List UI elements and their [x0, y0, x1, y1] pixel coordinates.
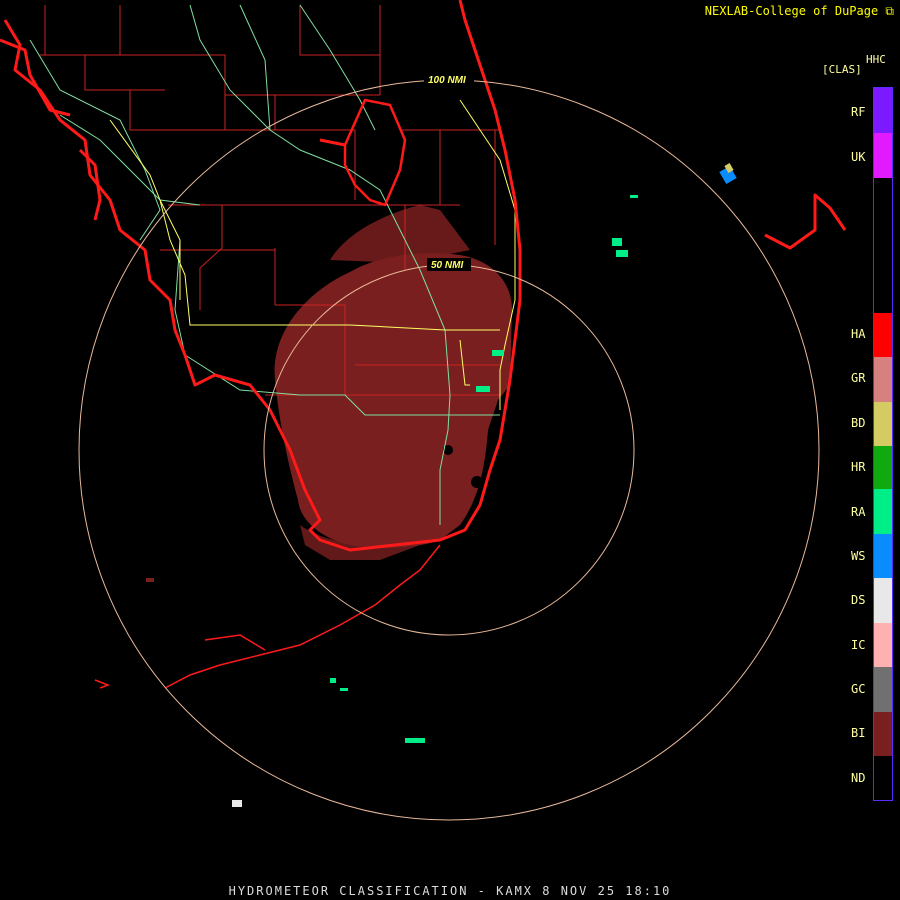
legend-swatch-ra: [874, 489, 892, 534]
legend-label-bd: BD: [851, 416, 866, 430]
legend-swatch-bi: [874, 712, 892, 756]
legend-swatch-uk: [874, 133, 892, 178]
legend-swatch-bd: [874, 402, 892, 446]
legend-label-ds: DS: [851, 593, 866, 607]
legend-label-uk: UK: [851, 150, 866, 164]
legend-label-rf: RF: [851, 105, 866, 119]
legend-label-gc: GC: [851, 682, 866, 696]
legend-swatch-ic: [874, 623, 892, 667]
bi-echo-area: [274, 205, 512, 560]
legend-product: HHC: [866, 53, 886, 66]
legend-label-ha: HA: [851, 327, 866, 341]
legend-swatch-ha: [874, 313, 892, 357]
product-title: HYDROMETEOR CLASSIFICATION - KAMX 8 NOV …: [228, 884, 672, 898]
link-arrow-icon[interactable]: ⧉: [885, 4, 894, 18]
credit-text: NEXLAB-College of DuPage: [704, 4, 879, 18]
legend-swatch-ws: [874, 534, 892, 578]
legend-label-bi: BI: [851, 726, 866, 740]
legend-swatch-gc: [874, 667, 892, 712]
legend-colorbar: [873, 87, 893, 801]
legend-label-hr: HR: [851, 460, 866, 474]
legend-label-gr: GR: [851, 371, 866, 385]
legend-units: [CLAS]: [822, 63, 862, 76]
legend-label-ra: RA: [851, 505, 866, 519]
legend-swatch-ds: [874, 578, 892, 623]
legend-swatch-nd: [874, 756, 892, 800]
legend-swatch-gr: [874, 357, 892, 402]
ring-100-label: 100 NMI: [428, 75, 466, 86]
legend-swatch-hr: [874, 446, 892, 489]
ring-50-label: 50 NMI: [431, 260, 463, 271]
florida-keys: [94, 544, 441, 689]
radar-map: 100 NMI 50 NMI: [0, 0, 847, 821]
legend-label-nd: ND: [851, 771, 866, 785]
legend-swatch-rf: [874, 88, 892, 133]
legend-label-ic: IC: [851, 638, 866, 652]
legend-label-ws: WS: [851, 549, 866, 563]
